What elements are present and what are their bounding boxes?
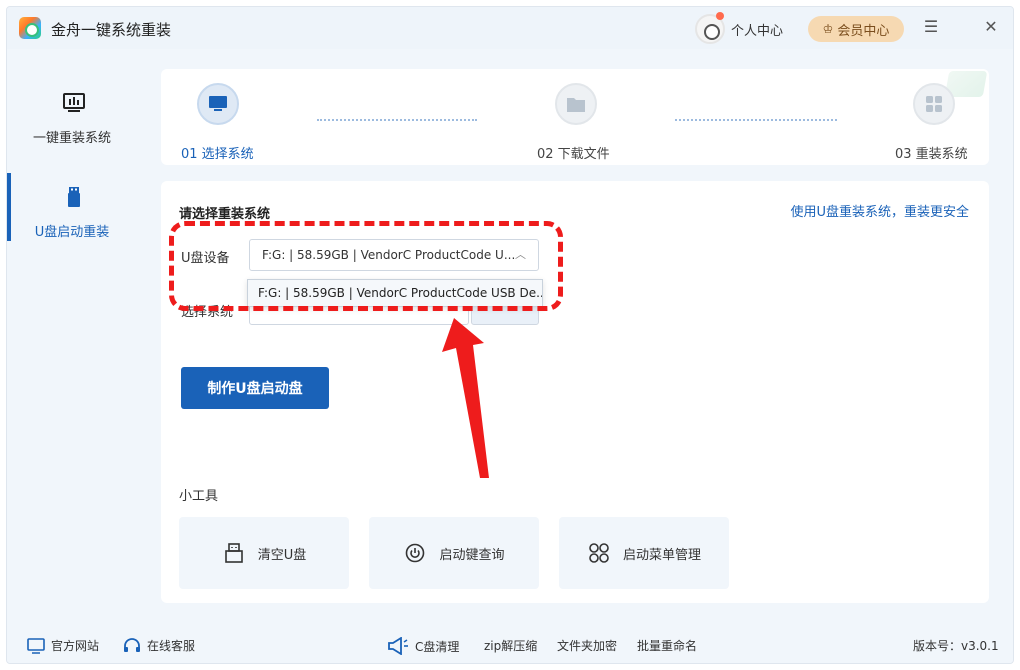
- menu-icon[interactable]: ☰: [921, 17, 941, 36]
- sidebar-item-label: U盘启动重装: [34, 225, 110, 240]
- sidebar: 一键重装系统 U盘启动重装: [7, 49, 137, 624]
- clear-usb-tool[interactable]: 清空U盘: [179, 517, 349, 589]
- folder-icon: [555, 83, 597, 125]
- footer-label: C盘清理: [415, 639, 460, 654]
- personal-center-link[interactable]: 个人中心: [731, 20, 783, 39]
- batch-rename-link[interactable]: 批量重命名: [637, 637, 697, 654]
- command-icon: [587, 541, 611, 565]
- tool-label: 启动键查询: [439, 547, 505, 563]
- boot-menu-manage-tool[interactable]: 启动菜单管理: [559, 517, 729, 589]
- zip-extract-link[interactable]: zip解压缩: [484, 637, 537, 654]
- annotation-highlight-box: [169, 221, 563, 311]
- sidebar-item-one-click-reinstall[interactable]: 一键重装系统: [7, 91, 137, 161]
- footer-label: 官方网站: [51, 639, 100, 653]
- step-label-select-system: 01 选择系统: [181, 147, 254, 162]
- usb-safe-link[interactable]: 使用U盘重装系统，重装更安全: [790, 201, 969, 220]
- monitor-icon: [62, 91, 86, 115]
- tools-title: 小工具: [179, 489, 219, 504]
- sidebar-item-usb-reinstall[interactable]: U盘启动重装: [7, 185, 137, 255]
- footer-bar: 官方网站 在线客服 C盘清理 zip解压缩 文件夹加密 批量重命名 版本号：v3…: [7, 627, 1013, 663]
- step-select-system-icon: [197, 83, 239, 125]
- avatar[interactable]: [695, 12, 725, 44]
- section-title: 请选择重装系统: [179, 207, 271, 222]
- step-connector: [317, 119, 477, 121]
- app-title: 金舟一键系统重装: [51, 21, 172, 39]
- online-support-link[interactable]: 在线客服: [123, 637, 195, 654]
- close-icon[interactable]: ✕: [981, 17, 1001, 36]
- usb-icon: [222, 541, 246, 565]
- crown-icon: ♔: [822, 22, 834, 36]
- power-icon: [403, 541, 427, 565]
- step-connector: [675, 119, 837, 121]
- vip-center-label: 会员中心: [837, 23, 890, 39]
- steps-card: 01 选择系统 02 下载文件 03 重装系统: [161, 69, 989, 165]
- step-label-download: 02 下载文件: [537, 147, 610, 162]
- tool-label: 启动菜单管理: [622, 547, 701, 563]
- grid-icon: [913, 83, 955, 125]
- c-drive-clean-link[interactable]: C盘清理: [387, 637, 459, 655]
- boot-key-query-tool[interactable]: 启动键查询: [369, 517, 539, 589]
- megaphone-icon: [387, 637, 409, 655]
- folder-encrypt-link[interactable]: 文件夹加密: [557, 637, 617, 654]
- official-website-link[interactable]: 官方网站: [27, 637, 99, 654]
- usb-drive-icon: [62, 185, 86, 209]
- make-usb-boot-button[interactable]: 制作U盘启动盘: [181, 367, 329, 409]
- tool-label: 清空U盘: [257, 547, 307, 563]
- main-card: 请选择重装系统 使用U盘重装系统，重装更安全 U盘设备 F:G: | 58.59…: [161, 181, 989, 603]
- vip-center-button[interactable]: ♔ 会员中心: [808, 16, 904, 42]
- app-window: 金舟一键系统重装 个人中心 ♔ 会员中心 ☰ ✕ 一键重装系统 U盘启动重装 0…: [6, 6, 1014, 664]
- headset-icon: [123, 637, 141, 654]
- monitor-icon: [27, 637, 45, 654]
- step-label-reinstall: 03 重装系统: [895, 147, 968, 162]
- footer-label: 在线客服: [147, 639, 196, 653]
- title-bar: 金舟一键系统重装 个人中心 ♔ 会员中心 ☰ ✕: [7, 7, 1013, 49]
- version-label: 版本号：v3.0.1: [913, 639, 999, 653]
- app-logo-icon: [19, 17, 41, 39]
- sidebar-item-label: 一键重装系统: [32, 131, 111, 146]
